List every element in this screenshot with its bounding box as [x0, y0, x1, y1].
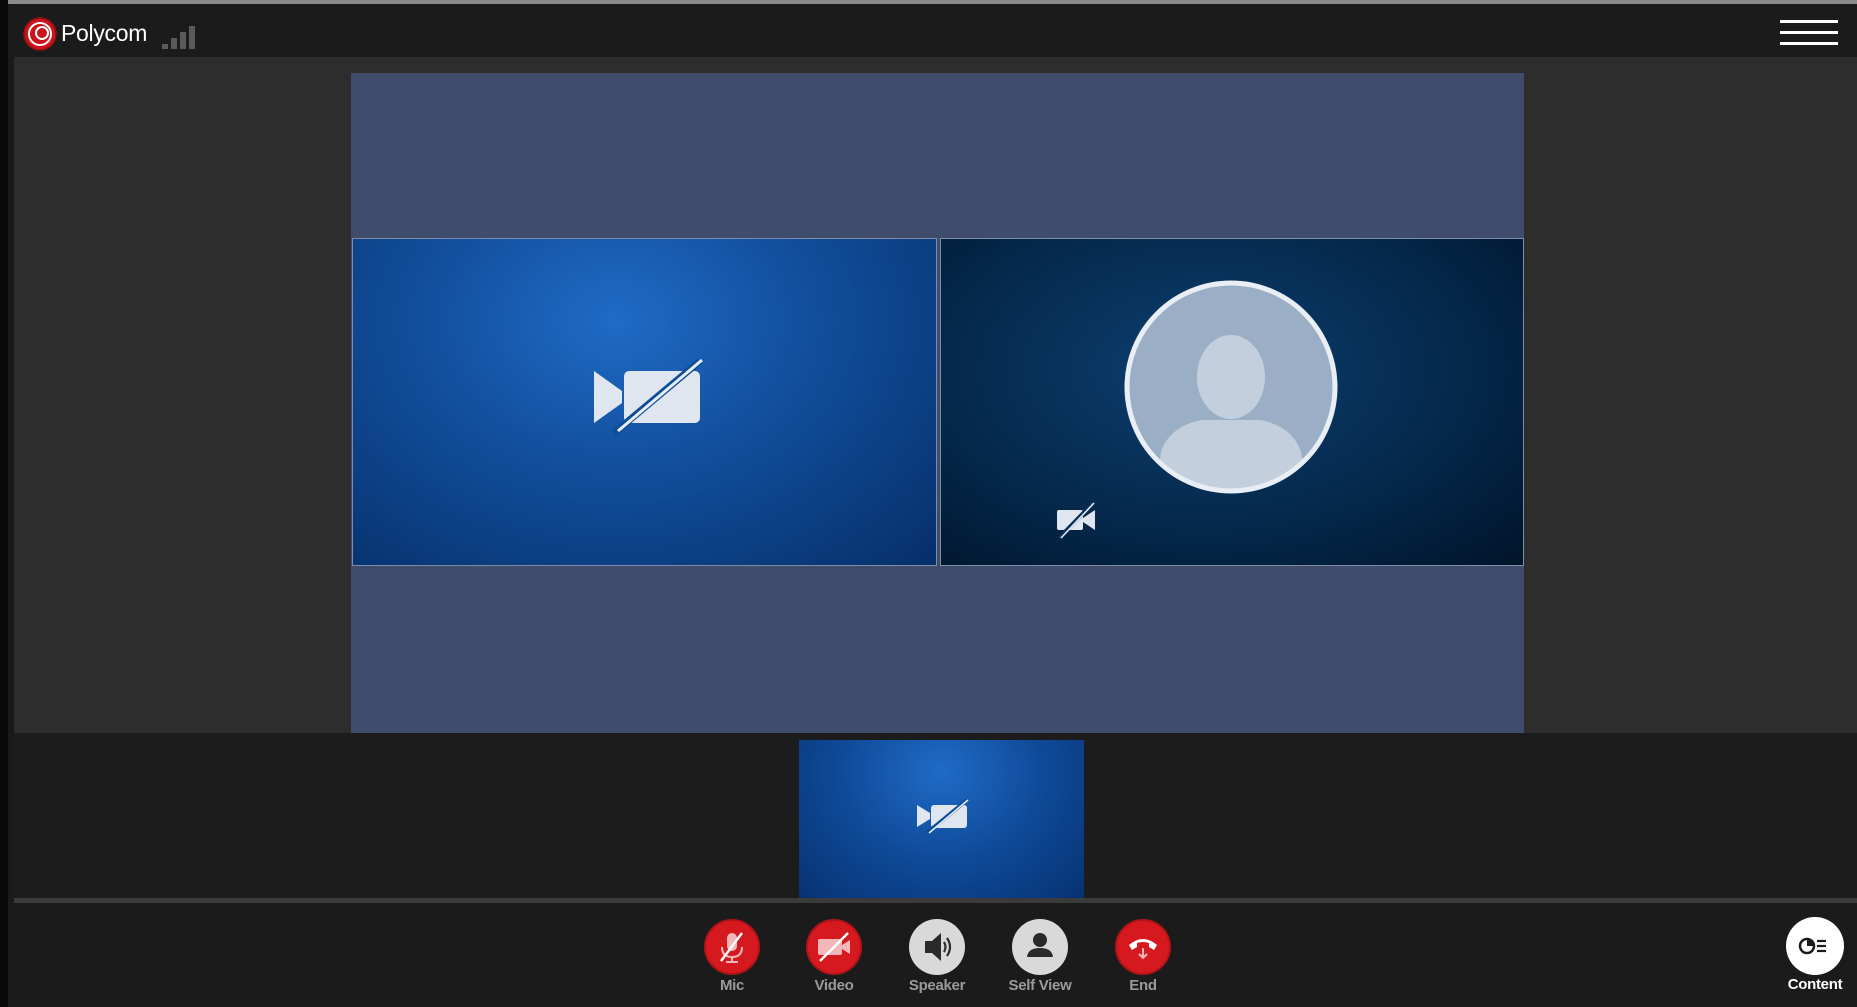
- signal-strength-icon: [162, 26, 195, 49]
- content-share-icon: [1786, 917, 1844, 975]
- mic-button[interactable]: Mic: [692, 919, 772, 994]
- camera-off-icon: [594, 358, 703, 436]
- mic-label: Mic: [719, 977, 745, 994]
- self-view-strip: [14, 733, 1857, 898]
- self-view-label: Self View: [1008, 977, 1072, 994]
- polycom-logo-icon: [23, 17, 57, 51]
- video-call-app: Polycom Mic Video Speaker Self View End …: [14, 4, 1857, 1007]
- participant-tile-avatar[interactable]: [940, 238, 1524, 566]
- content-button[interactable]: Content: [1774, 917, 1856, 993]
- hang-up-icon: [1115, 919, 1171, 975]
- hamburger-menu-icon[interactable]: [1780, 20, 1838, 50]
- window-left-border: [0, 0, 8, 1007]
- brand-name: Polycom: [61, 20, 148, 46]
- video-stage: [14, 57, 1857, 733]
- top-bar: Polycom: [14, 4, 1857, 57]
- content-label: Content: [1787, 976, 1843, 993]
- speaker-label: Speaker: [908, 977, 966, 994]
- camera-off-icon: [917, 798, 969, 834]
- speaker-icon: [909, 919, 965, 975]
- speaker-button[interactable]: Speaker: [897, 919, 977, 994]
- call-controls-toolbar: Mic Video Speaker Self View End Content: [14, 903, 1857, 1007]
- person-icon: [1012, 919, 1068, 975]
- end-call-button[interactable]: End: [1103, 919, 1183, 994]
- video-button[interactable]: Video: [794, 919, 874, 994]
- user-avatar-icon: [1124, 280, 1338, 494]
- video-off-icon: [806, 919, 862, 975]
- camera-off-icon: [1057, 501, 1095, 539]
- mic-muted-icon: [704, 919, 760, 975]
- participant-tile-remote[interactable]: [352, 238, 937, 566]
- self-view-button[interactable]: Self View: [1000, 919, 1080, 994]
- video-layout-area: [351, 73, 1524, 733]
- self-view-tile[interactable]: [799, 740, 1084, 898]
- end-label: End: [1129, 977, 1157, 994]
- video-label: Video: [814, 977, 854, 994]
